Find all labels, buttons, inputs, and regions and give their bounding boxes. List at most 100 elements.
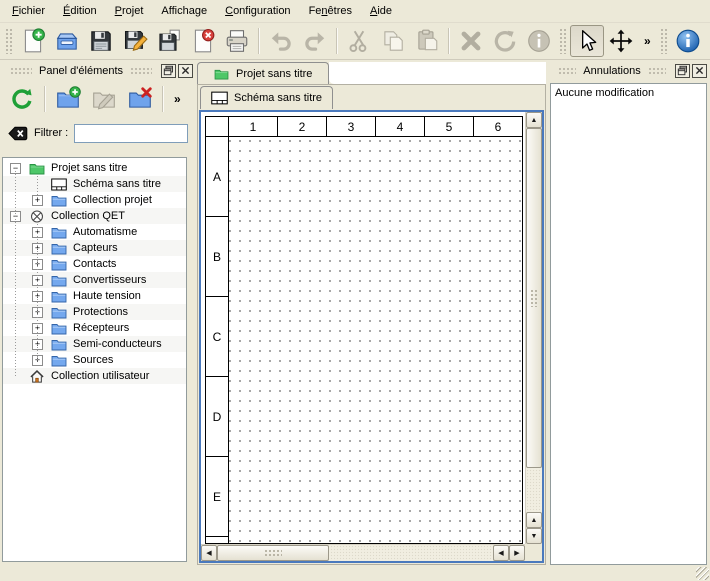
- tree-item-label: Collection QET: [51, 210, 125, 222]
- tree-item-collection-qet[interactable]: −Collection QET: [3, 208, 186, 224]
- toolbar-drag-handle[interactable]: [5, 28, 13, 54]
- open-file-button[interactable]: [50, 25, 84, 57]
- tree-item-automatisme[interactable]: +Automatisme: [3, 224, 186, 240]
- print-button[interactable]: [220, 25, 254, 57]
- tree-guide-line: [37, 224, 38, 360]
- save-all-icon: [156, 28, 182, 54]
- blue-folder-icon: [51, 322, 67, 335]
- tree-item-projet-sans-titre[interactable]: −Projet sans titre: [3, 160, 186, 176]
- filter-input[interactable]: [74, 124, 188, 143]
- elements-panel-toolbar: »: [0, 79, 196, 119]
- rotate-button: [488, 25, 522, 57]
- home-icon: [29, 370, 45, 383]
- sheet-column-header: 3: [327, 117, 376, 137]
- toolbar-drag-handle[interactable]: [559, 28, 567, 54]
- float-panel-button[interactable]: [161, 64, 176, 78]
- save-as-button[interactable]: [118, 25, 152, 57]
- toolbar-separator: [448, 28, 450, 54]
- dock-drag-texture[interactable]: [558, 67, 576, 75]
- tree-item-semi-conducteurs[interactable]: +Semi-conducteurs: [3, 336, 186, 352]
- sheet-column-header: 4: [376, 117, 425, 137]
- info-blue-icon: [675, 28, 701, 54]
- tree-item-label: Projet sans titre: [51, 162, 127, 174]
- menu-edition[interactable]: Édition: [54, 2, 106, 20]
- close-file-icon: [190, 28, 216, 54]
- clear-filter-icon[interactable]: [8, 126, 28, 141]
- delete-button: [454, 25, 488, 57]
- sheet-column-header: 1: [229, 117, 278, 137]
- tabbar-empty-area: [329, 62, 546, 84]
- dock-drag-texture[interactable]: [10, 67, 32, 75]
- vertical-scrollbar[interactable]: ▲ ▲ ▼: [525, 112, 542, 544]
- menubar: FichierÉditionProjetAffichageConfigurati…: [0, 0, 710, 23]
- tree-item-label: Collection projet: [73, 194, 152, 206]
- delete-category-button[interactable]: [122, 81, 158, 117]
- tree-item-label: Récepteurs: [73, 322, 129, 334]
- tree-item-collection-projet[interactable]: +Collection projet: [3, 192, 186, 208]
- tree-item-convertisseurs[interactable]: +Convertisseurs: [3, 272, 186, 288]
- menu-fenetres[interactable]: Fenêtres: [300, 2, 361, 20]
- qelectrotech-window: FichierÉditionProjetAffichageConfigurati…: [0, 0, 710, 581]
- main-toolbar: »»: [0, 23, 710, 60]
- tree-item-protections[interactable]: +Protections: [3, 304, 186, 320]
- save-button[interactable]: [84, 25, 118, 57]
- elements-panel: Panel d'éléments » Filtrer : −Projet san…: [0, 62, 196, 565]
- scroll-left-button[interactable]: ◀: [201, 545, 217, 561]
- close-panel-button[interactable]: [692, 64, 707, 78]
- reload-collections-button[interactable]: [4, 81, 40, 117]
- filter-row: Filtrer :: [0, 121, 196, 145]
- horizontal-scrollbar[interactable]: ◀ ◀ ▶: [201, 544, 525, 561]
- pan-mode-button[interactable]: [604, 25, 638, 57]
- tab-schema[interactable]: Schéma sans titre: [200, 86, 333, 109]
- menu-projet[interactable]: Projet: [106, 2, 153, 20]
- toolbar-drag-handle[interactable]: [660, 28, 668, 54]
- tree-item-capteurs[interactable]: +Capteurs: [3, 240, 186, 256]
- undo-button: [264, 25, 298, 57]
- menu-fichier[interactable]: Fichier: [3, 2, 54, 20]
- element-info-button: [522, 25, 556, 57]
- toolbar-overflow-button[interactable]: »: [705, 34, 710, 48]
- scroll-right-button[interactable]: ▶: [509, 545, 525, 561]
- new-file-button[interactable]: [16, 25, 50, 57]
- elements-panel-title: Panel d'éléments: [39, 65, 123, 77]
- dock-drag-texture[interactable]: [130, 67, 152, 75]
- menu-affichage[interactable]: Affichage: [152, 2, 216, 20]
- scroll-up-button[interactable]: ▲: [526, 112, 542, 128]
- vertical-scroll-thumb[interactable]: [526, 128, 542, 468]
- tree-item-label: Haute tension: [73, 290, 141, 302]
- scroll-up-button-bottom[interactable]: ▲: [526, 512, 542, 528]
- tree-item-sources[interactable]: +Sources: [3, 352, 186, 368]
- tab-project[interactable]: Projet sans titre: [197, 62, 329, 84]
- scroll-down-button[interactable]: ▼: [526, 528, 542, 544]
- menu-aide[interactable]: Aide: [361, 2, 401, 20]
- tree-item-label: Sources: [73, 354, 113, 366]
- cut-icon: [346, 28, 372, 54]
- tree-item-schema-sans-titre[interactable]: Schéma sans titre: [3, 176, 186, 192]
- tree-item-contacts[interactable]: +Contacts: [3, 256, 186, 272]
- resize-grip[interactable]: [696, 567, 709, 580]
- rotate-icon: [492, 28, 518, 54]
- tree-item-collection-utilisateur[interactable]: Collection utilisateur: [3, 368, 186, 384]
- blue-folder-icon: [51, 354, 67, 367]
- menu-configuration[interactable]: Configuration: [216, 2, 299, 20]
- tree-item-haute-tension[interactable]: +Haute tension: [3, 288, 186, 304]
- close-panel-button[interactable]: [178, 64, 193, 78]
- new-category-button[interactable]: [50, 81, 86, 117]
- toolbar-overflow-button[interactable]: »: [638, 34, 657, 48]
- diagram-canvas[interactable]: 123456 ABCDE: [201, 112, 525, 544]
- tree-item-recepteurs[interactable]: +Récepteurs: [3, 320, 186, 336]
- tree-item-label: Semi-conducteurs: [73, 338, 162, 350]
- dock-drag-texture[interactable]: [648, 67, 666, 75]
- save-all-button[interactable]: [152, 25, 186, 57]
- undo-history-item[interactable]: Aucune modification: [551, 84, 706, 101]
- project-subwindow: Schéma sans titre 123456 ABCDE ▲ ▲ ▼: [197, 84, 546, 565]
- close-file-button[interactable]: [186, 25, 220, 57]
- close-icon: [694, 65, 705, 76]
- scroll-left-button-right[interactable]: ◀: [493, 545, 509, 561]
- select-mode-button[interactable]: [570, 25, 604, 57]
- float-panel-button[interactable]: [675, 64, 690, 78]
- folder-add-icon: [55, 86, 81, 112]
- toolbar-overflow-button[interactable]: »: [168, 92, 187, 106]
- about-button[interactable]: [671, 25, 705, 57]
- horizontal-scroll-thumb[interactable]: [217, 545, 329, 561]
